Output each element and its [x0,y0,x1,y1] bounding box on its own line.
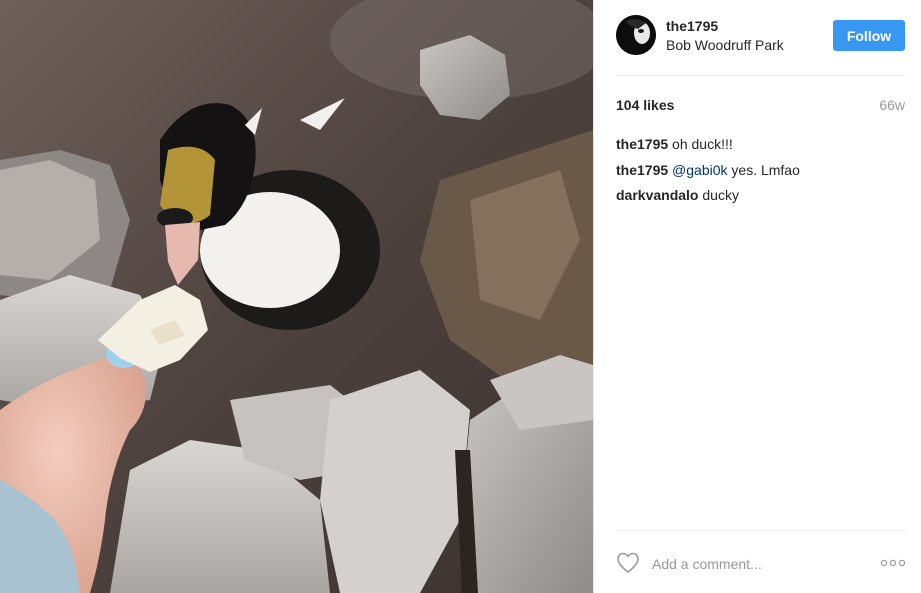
heart-outline-icon [617,552,639,573]
more-options-button[interactable] [880,554,906,572]
post-username[interactable]: the1795 [666,18,718,34]
divider [616,75,906,76]
avatar-image [616,15,656,55]
divider [616,530,906,531]
more-options-icon [880,559,906,567]
duck-photo-illustration [0,0,593,593]
avatar[interactable] [616,15,656,55]
likes-count[interactable]: 104 likes [616,97,674,113]
like-button[interactable] [616,552,640,574]
follow-button[interactable]: Follow [833,20,905,51]
add-comment-input[interactable] [652,555,842,573]
comment-text: yes. Lmfao [727,161,800,178]
post-side-panel: the1795 Bob Woodruff Park Follow 104 lik… [593,0,921,593]
comment-username[interactable]: the1795 [616,136,668,152]
comment-text: oh duck!!! [672,136,733,152]
post-time[interactable]: 66w [879,97,905,113]
comment-mention[interactable]: @gabi0k [672,162,727,178]
comment-username[interactable]: darkvandalo [616,187,698,203]
comment-text: ducky [702,187,739,203]
comment-item: the1795 oh duck!!! [616,136,906,162]
comment-item: darkvandalo ducky [616,187,906,213]
comments-list: the1795 oh duck!!! the1795 @gabi0k yes. … [616,136,906,213]
post-photo[interactable] [0,0,593,593]
comment-username[interactable]: the1795 [616,162,668,178]
post-location[interactable]: Bob Woodruff Park [666,37,784,53]
post-header: the1795 Bob Woodruff Park Follow [616,15,906,59]
comment-item: the1795 @gabi0k yes. Lmfao [616,162,906,188]
